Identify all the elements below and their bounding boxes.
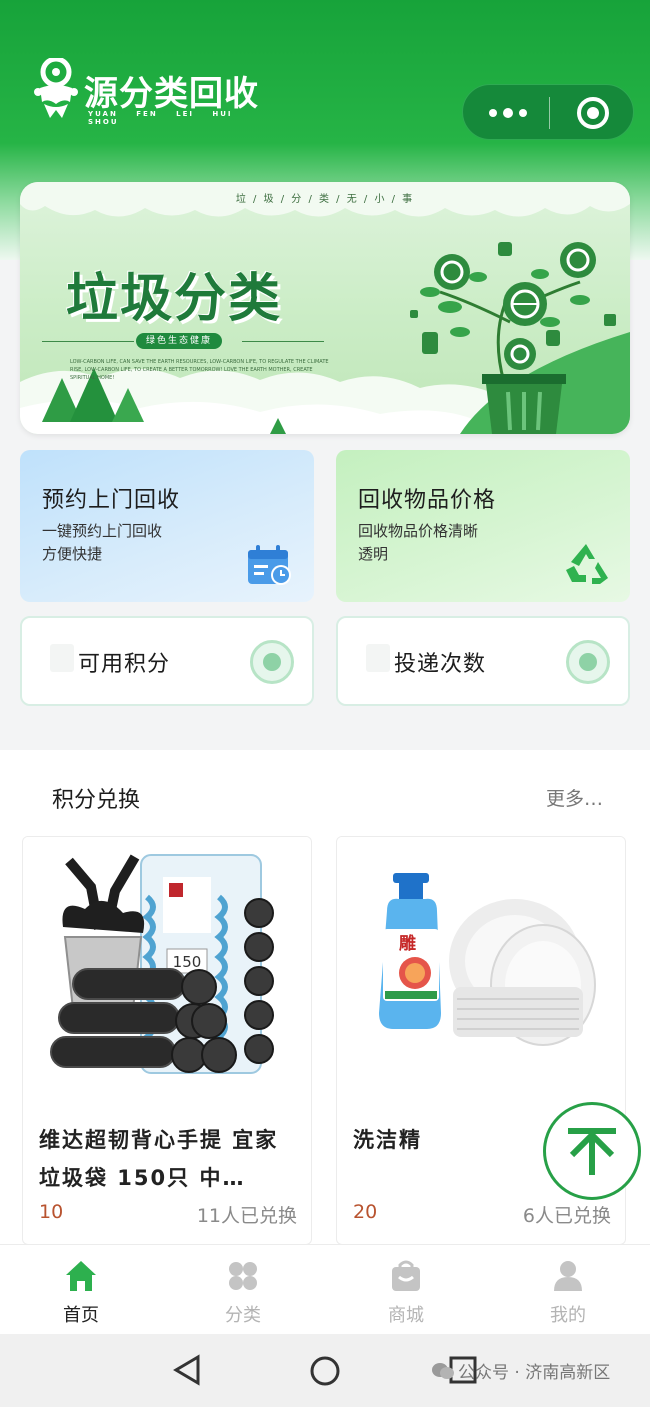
delivery-icon-inner xyxy=(579,653,597,671)
bottom-tab-bar: 首页 分类 商城 我的 xyxy=(0,1244,650,1334)
logo-pinyin: YUAN FEN LEI HUI SHOU xyxy=(88,110,233,126)
available-points-label: 可用积分 xyxy=(78,652,171,677)
logo-mascot-icon xyxy=(34,58,78,118)
miniprogram-capsule xyxy=(462,84,634,140)
tab-label: 商城 xyxy=(388,1305,424,1326)
tab-label: 首页 xyxy=(63,1305,99,1326)
available-points-card[interactable]: 可用积分 xyxy=(20,616,314,706)
product-points: 10 xyxy=(39,1201,64,1223)
soap-brand-mark: 雕 xyxy=(399,933,416,954)
profile-icon xyxy=(554,1261,582,1291)
product-redeemed-count: 6人已兑换 xyxy=(522,1205,611,1227)
tab-label: 我的 xyxy=(550,1305,586,1326)
delivery-ghost-icon xyxy=(366,644,390,672)
tab-profile[interactable]: 我的 xyxy=(487,1245,649,1335)
recycle-icon xyxy=(566,544,608,584)
home-circle-icon[interactable] xyxy=(310,1356,340,1386)
dot xyxy=(519,109,527,117)
tab-category[interactable]: 分类 xyxy=(162,1245,324,1335)
bag-count-text: 150 xyxy=(173,953,202,971)
close-miniprogram-button[interactable] xyxy=(577,97,609,129)
category-icon xyxy=(229,1262,257,1290)
garbage-bags-image: 150 xyxy=(23,837,311,1099)
booking-desc-line1: 一键预约上门回收 xyxy=(42,522,163,540)
system-navigation-bar: 公众号 · 济南高新区 xyxy=(0,1334,650,1407)
recycle-tree-illustration xyxy=(410,242,616,434)
delivery-count-card[interactable]: 投递次数 xyxy=(336,616,630,706)
delivery-count-label: 投递次数 xyxy=(394,652,487,677)
product-points: 20 xyxy=(353,1201,378,1223)
arrow-up-to-top-icon xyxy=(568,1128,616,1175)
booking-desc-line2: 方便快捷 xyxy=(42,545,103,563)
product-card[interactable]: 150 维达超韧背心手提 宜家垃圾袋 150只 中… 10 11人已兑换 xyxy=(22,836,312,1245)
recycle-price-card[interactable]: 回收物品价格 回收物品价格清晰 透明 xyxy=(336,450,630,602)
product-redeemed-count: 11人已兑换 xyxy=(196,1205,297,1227)
target-icon xyxy=(587,107,599,119)
brand-logo: 源分类回收 YUAN FEN LEI HUI SHOU xyxy=(34,58,264,128)
price-desc-line1: 回收物品价格清晰 xyxy=(358,522,479,540)
tab-home[interactable]: 首页 xyxy=(0,1245,162,1335)
points-icon-inner xyxy=(263,653,281,671)
back-triangle-icon[interactable] xyxy=(172,1354,202,1386)
section-title: 积分兑换 xyxy=(52,788,141,813)
shop-bag-icon xyxy=(392,1260,420,1291)
dish-soap-image: 雕 xyxy=(337,837,625,1099)
booking-description: 一键预约上门回收 方便快捷 xyxy=(42,520,202,566)
dot xyxy=(489,109,497,117)
calendar-clock-icon xyxy=(248,545,291,585)
points-icon xyxy=(250,640,294,684)
price-desc-line2: 透明 xyxy=(358,545,389,563)
home-icon xyxy=(66,1261,96,1291)
booking-title: 预约上门回收 xyxy=(42,488,181,513)
tab-label: 分类 xyxy=(225,1305,261,1326)
product-name: 维达超韧背心手提 宜家垃圾袋 150只 中… xyxy=(39,1128,279,1190)
price-description: 回收物品价格清晰 透明 xyxy=(358,520,518,566)
more-link[interactable]: 更多… xyxy=(546,784,603,811)
promo-banner[interactable]: 垃 / 圾 / 分 / 类 / 无 / 小 / 事 垃圾分类 绿色生态健康 LO… xyxy=(20,182,630,434)
logo-text: 源分类回收 xyxy=(84,74,259,114)
points-ghost-icon xyxy=(50,644,74,672)
price-title: 回收物品价格 xyxy=(358,488,497,513)
tab-shop[interactable]: 商城 xyxy=(325,1245,487,1335)
watermark-text: 公众号 · 济南高新区 xyxy=(458,1363,611,1383)
dot xyxy=(503,108,513,118)
delivery-icon xyxy=(566,640,610,684)
booking-pickup-card[interactable]: 预约上门回收 一键预约上门回收 方便快捷 xyxy=(20,450,314,602)
capsule-divider xyxy=(549,97,550,129)
more-options-button[interactable] xyxy=(483,85,549,141)
wechat-logo-icon xyxy=(432,1363,454,1379)
back-to-top-button[interactable] xyxy=(543,1102,641,1200)
